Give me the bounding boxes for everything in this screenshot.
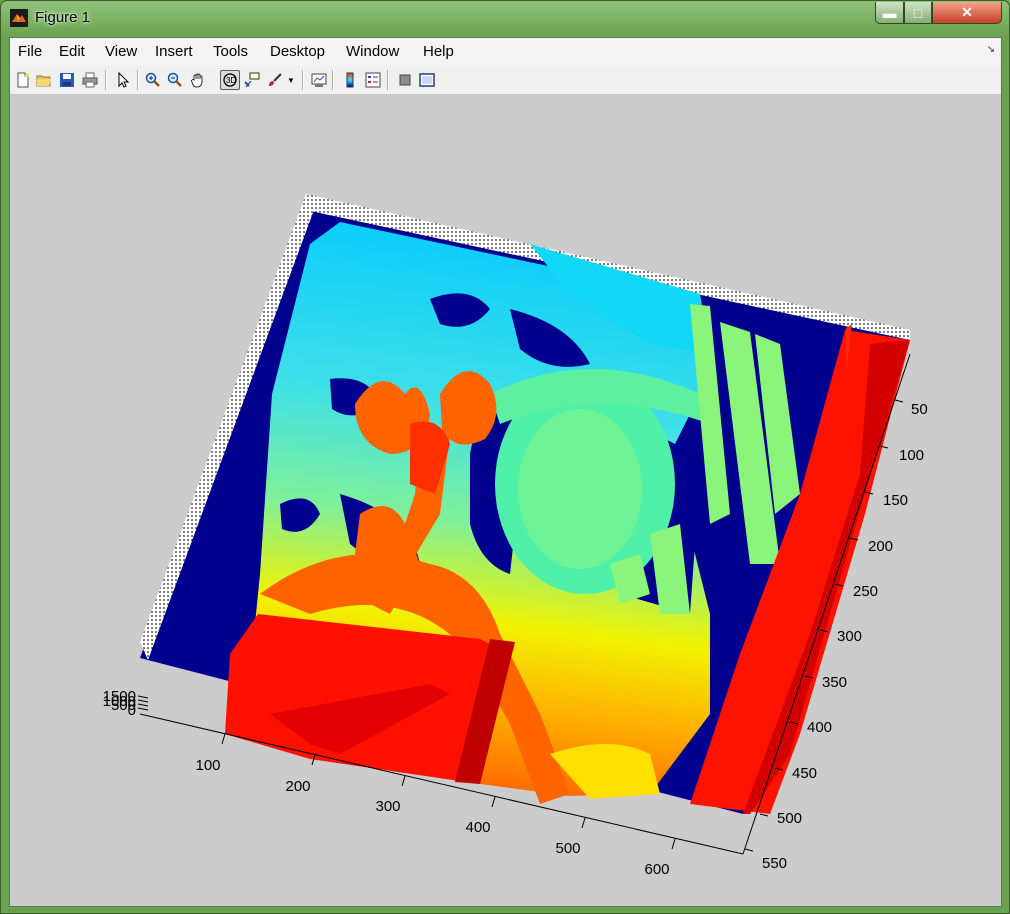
minimize-icon: ▬ xyxy=(882,4,897,21)
rotate-3d-icon: 3D xyxy=(223,73,237,87)
menu-view[interactable]: View xyxy=(105,43,137,60)
figure-toolbar: 3D ▼ xyxy=(10,66,1001,95)
link-plot-button[interactable] xyxy=(309,70,329,90)
chevron-down-icon: ▼ xyxy=(287,75,295,85)
toolbar-separator xyxy=(332,70,334,90)
toolbar-separator xyxy=(387,70,389,90)
y-tick-label: 200 xyxy=(868,538,893,555)
y-tick-label: 50 xyxy=(911,401,928,418)
x-tick-label: 500 xyxy=(555,840,580,857)
matlab-icon xyxy=(10,9,28,27)
insert-legend-button[interactable] xyxy=(363,70,383,90)
window-title: Figure 1 xyxy=(35,9,91,26)
printer-icon xyxy=(82,72,98,88)
x-tick-label: 400 xyxy=(465,819,490,836)
brush-icon xyxy=(269,73,282,86)
maximize-button[interactable]: □ xyxy=(904,2,932,24)
legend-icon xyxy=(365,72,381,88)
menu-tools[interactable]: Tools xyxy=(213,43,248,60)
menu-edit[interactable]: Edit xyxy=(59,43,85,60)
y-tick-label: 300 xyxy=(837,628,862,645)
new-file-icon xyxy=(17,72,29,88)
open-file-button[interactable] xyxy=(34,70,54,90)
y-tick-label: 350 xyxy=(822,674,847,691)
svg-text:3D: 3D xyxy=(226,76,236,85)
save-button[interactable] xyxy=(57,70,77,90)
pan-button[interactable] xyxy=(188,70,208,90)
title-bar[interactable]: Figure 1 ▬ □ ✕ xyxy=(1,1,1009,37)
zoom-out-icon xyxy=(167,72,182,87)
figure-window: Figure 1 ▬ □ ✕ File Edit View Insert Too… xyxy=(0,0,1010,914)
surface-circle-region xyxy=(518,409,642,569)
arrow-pointer-icon xyxy=(118,72,130,88)
toolbar-separator xyxy=(105,70,107,90)
show-plot-tools-button[interactable] xyxy=(417,70,437,90)
rotate-3d-button[interactable]: 3D xyxy=(220,70,240,90)
y-tick-label: 250 xyxy=(853,583,878,600)
data-cursor-button[interactable] xyxy=(242,70,262,90)
save-icon xyxy=(60,73,74,87)
toolbar-separator xyxy=(137,70,139,90)
x-tick-label: 200 xyxy=(285,778,310,795)
menu-desktop[interactable]: Desktop xyxy=(270,43,325,60)
zoom-in-icon xyxy=(145,72,160,87)
menu-overflow-icon[interactable]: ↘ xyxy=(987,44,995,55)
data-cursor-icon xyxy=(244,72,260,88)
y-tick-label: 100 xyxy=(899,447,924,464)
open-folder-icon xyxy=(36,75,51,87)
close-icon: ✕ xyxy=(961,4,973,20)
x-tick-label: 600 xyxy=(644,861,669,878)
x-tick-label: 100 xyxy=(195,757,220,774)
figure-client: File Edit View Insert Tools Desktop Wind… xyxy=(9,37,1002,907)
zoom-in-button[interactable] xyxy=(143,70,163,90)
z-axis xyxy=(137,695,149,711)
new-figure-button[interactable] xyxy=(13,70,33,90)
insert-colorbar-button[interactable] xyxy=(340,70,360,90)
minimize-button[interactable]: ▬ xyxy=(875,2,904,24)
show-plot-tools-icon xyxy=(419,73,435,87)
hand-icon xyxy=(191,73,203,88)
print-button[interactable] xyxy=(80,70,100,90)
hide-plot-tools-button[interactable] xyxy=(395,70,415,90)
brush-button[interactable] xyxy=(265,70,285,90)
x-tick-label: 300 xyxy=(375,798,400,815)
hide-plot-tools-icon xyxy=(399,74,411,86)
link-plot-icon xyxy=(311,73,327,87)
colorbar-icon xyxy=(346,72,354,88)
y-tick-label: 500 xyxy=(777,810,802,827)
axes-3d[interactable]: 1500 1000 500 0 100 200 300 400 500 600 xyxy=(10,94,1001,906)
edit-plot-button[interactable] xyxy=(113,70,133,90)
zoom-out-button[interactable] xyxy=(165,70,185,90)
z-tick-label: 0 xyxy=(128,702,136,719)
toolbar-separator xyxy=(302,70,304,90)
y-tick-label: 550 xyxy=(762,855,787,872)
brush-dropdown-button[interactable]: ▼ xyxy=(285,70,297,90)
y-tick-label: 150 xyxy=(883,492,908,509)
y-tick-label: 450 xyxy=(792,765,817,782)
close-button[interactable]: ✕ xyxy=(932,2,1002,24)
menu-file[interactable]: File xyxy=(18,43,42,60)
menu-window[interactable]: Window xyxy=(346,43,399,60)
menu-insert[interactable]: Insert xyxy=(155,43,193,60)
maximize-icon: □ xyxy=(913,4,923,21)
menu-help[interactable]: Help xyxy=(423,43,454,60)
menu-bar: File Edit View Insert Tools Desktop Wind… xyxy=(10,38,1001,67)
y-tick-label: 400 xyxy=(807,719,832,736)
